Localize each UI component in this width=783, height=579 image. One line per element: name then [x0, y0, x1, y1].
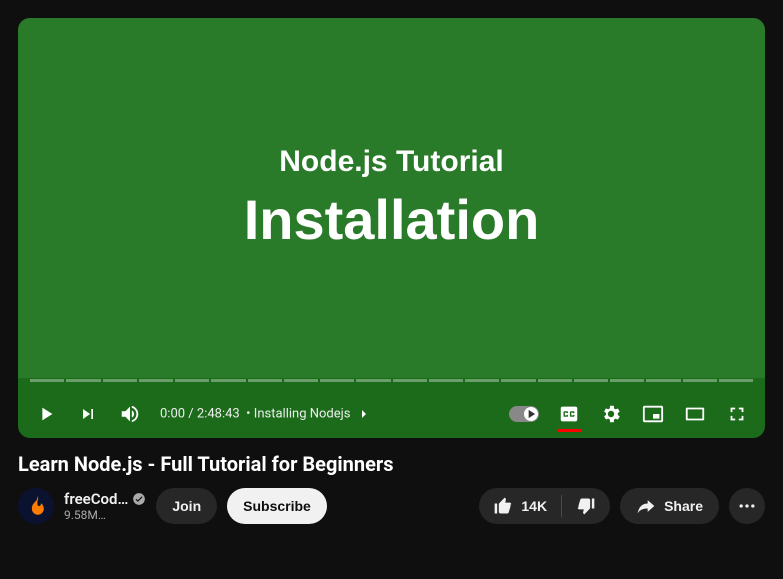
- chapter-label[interactable]: Installing Nodejs: [254, 406, 351, 421]
- meta-row: freeCod… 9.58M… Join Subscribe 14K Share: [18, 488, 765, 524]
- progress-segment[interactable]: [574, 379, 608, 382]
- progress-segment[interactable]: [211, 379, 245, 382]
- time-display: 0:00 / 2:48:43 • Installing Nodejs: [160, 406, 372, 422]
- volume-icon[interactable]: [118, 402, 142, 426]
- flame-icon: [25, 495, 47, 517]
- video-frame: Node.js Tutorial Installation: [18, 18, 765, 378]
- next-icon[interactable]: [76, 402, 100, 426]
- time-total: 2:48:43: [197, 406, 240, 421]
- like-button[interactable]: 14K: [479, 488, 561, 524]
- share-icon: [636, 496, 656, 516]
- more-button[interactable]: [729, 488, 765, 524]
- video-player[interactable]: Node.js Tutorial Installation 0:00 / 2:4…: [18, 18, 765, 438]
- progress-segment[interactable]: [356, 379, 390, 382]
- thumbs-up-icon: [493, 496, 513, 516]
- play-icon[interactable]: [34, 402, 58, 426]
- progress-segment[interactable]: [501, 379, 535, 382]
- progress-segment[interactable]: [139, 379, 173, 382]
- autoplay-toggle[interactable]: [509, 406, 539, 422]
- verified-icon: [132, 492, 146, 506]
- progress-segment[interactable]: [429, 379, 463, 382]
- like-dislike-group: 14K: [479, 488, 610, 524]
- settings-icon[interactable]: [599, 402, 623, 426]
- progress-segment[interactable]: [320, 379, 354, 382]
- fullscreen-icon[interactable]: [725, 402, 749, 426]
- progress-segment[interactable]: [284, 379, 318, 382]
- progress-segment[interactable]: [465, 379, 499, 382]
- theater-icon[interactable]: [683, 402, 707, 426]
- subscriber-count: 9.58M…: [64, 508, 146, 522]
- progress-segment[interactable]: [66, 379, 100, 382]
- progress-segment[interactable]: [683, 379, 717, 382]
- player-controls: 0:00 / 2:48:43 • Installing Nodejs: [18, 390, 765, 438]
- progress-segment[interactable]: [719, 379, 753, 382]
- progress-segment[interactable]: [538, 379, 572, 382]
- video-overlay-title: Installation: [244, 187, 540, 252]
- progress-segment[interactable]: [248, 379, 282, 382]
- time-current: 0:00: [160, 406, 185, 421]
- miniplayer-icon[interactable]: [641, 402, 665, 426]
- channel-avatar[interactable]: [18, 488, 54, 524]
- progress-bar[interactable]: [30, 379, 753, 383]
- video-title: Learn Node.js - Full Tutorial for Beginn…: [18, 452, 765, 476]
- thumbs-down-icon: [576, 496, 596, 516]
- progress-segment[interactable]: [646, 379, 680, 382]
- channel-info[interactable]: freeCod… 9.58M…: [64, 490, 146, 522]
- channel-name: freeCod…: [64, 490, 128, 508]
- join-button[interactable]: Join: [156, 488, 217, 524]
- subscribe-button[interactable]: Subscribe: [227, 488, 327, 524]
- progress-segment[interactable]: [175, 379, 209, 382]
- progress-segment[interactable]: [393, 379, 427, 382]
- chevron-right-icon[interactable]: [356, 406, 372, 422]
- more-icon: [737, 496, 757, 516]
- dislike-button[interactable]: [562, 488, 610, 524]
- share-button[interactable]: Share: [620, 488, 719, 524]
- progress-segment[interactable]: [30, 379, 64, 382]
- like-count: 14K: [521, 498, 547, 514]
- progress-segment[interactable]: [103, 379, 137, 382]
- share-label: Share: [664, 498, 703, 514]
- video-overlay-subtitle: Node.js Tutorial: [279, 145, 503, 179]
- captions-icon[interactable]: [557, 402, 581, 426]
- progress-segment[interactable]: [610, 379, 644, 382]
